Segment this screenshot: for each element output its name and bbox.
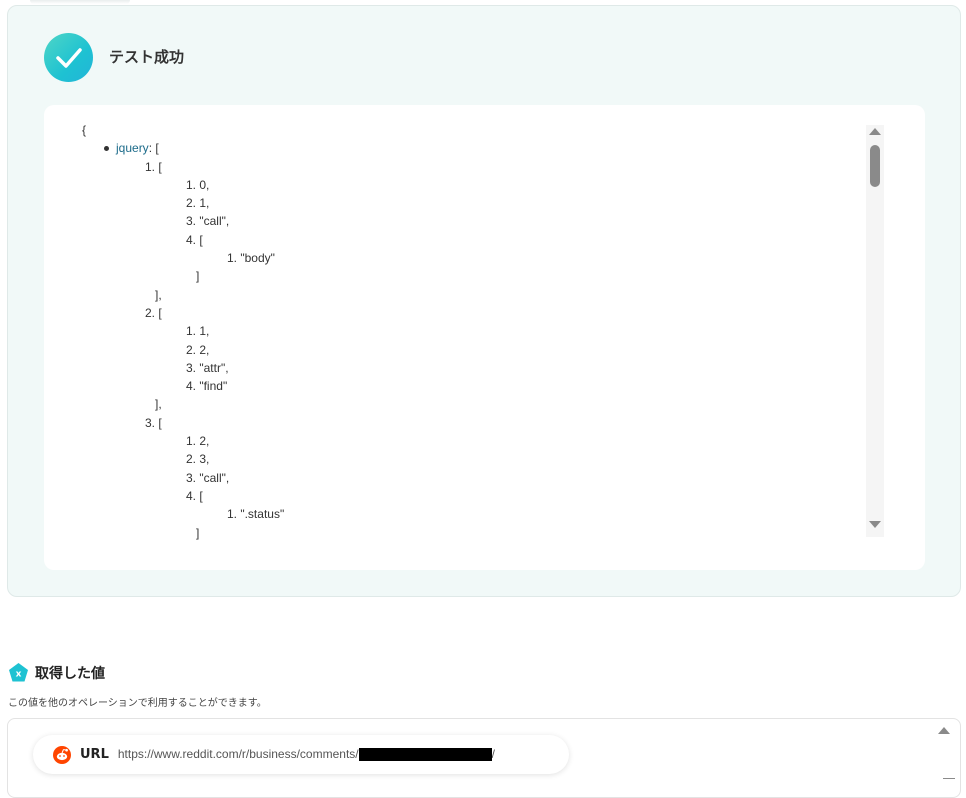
values-scroll-line bbox=[943, 778, 955, 779]
json-line: { bbox=[82, 121, 862, 139]
json-text: 3. "attr", bbox=[186, 360, 229, 375]
json-line: 2. 2, bbox=[82, 341, 862, 359]
reddit-logo-icon bbox=[53, 745, 71, 764]
json-line: ], bbox=[82, 286, 862, 304]
json-line: ] bbox=[82, 267, 862, 285]
json-text: 1. 2, bbox=[186, 434, 210, 449]
json-text: 1. "body" bbox=[227, 251, 275, 266]
json-text: 1. ".status" bbox=[227, 507, 285, 522]
retrieved-values-title: 取得した値 bbox=[35, 665, 105, 682]
json-text: 1. [ bbox=[145, 159, 162, 174]
json-line: 1. ".status" bbox=[82, 505, 862, 523]
json-text: 1. 0, bbox=[186, 177, 210, 192]
retrieved-values-header: x 取得した値 bbox=[8, 662, 105, 683]
json-output-content: { jquery: [ 1. [ 1. 0, 2. 1, 3. "call", 4. [ 1.… bbox=[82, 121, 862, 542]
url-label: URL bbox=[80, 747, 109, 762]
json-text: 2. [ bbox=[145, 305, 162, 320]
json-text: { bbox=[82, 123, 87, 137]
json-text: : [ bbox=[148, 141, 159, 156]
json-text: 4. [ bbox=[186, 488, 203, 503]
json-line: 3. "attr", bbox=[82, 359, 862, 377]
url-value-chip[interactable]: URL https://www.reddit.com/r/business/co… bbox=[33, 735, 569, 774]
json-line: 2. 1, bbox=[82, 194, 862, 212]
json-text: 2. 2, bbox=[186, 342, 210, 357]
json-line: 1. [ bbox=[82, 158, 862, 176]
json-text: 4. "find" bbox=[186, 379, 228, 394]
json-text: 3. [ bbox=[145, 415, 162, 430]
json-text: 2. 1, bbox=[186, 196, 210, 211]
json-text: 2. 3, bbox=[186, 452, 210, 467]
json-line: 3. [ bbox=[82, 414, 862, 432]
success-check-icon bbox=[44, 33, 93, 82]
json-text: ] bbox=[186, 269, 200, 284]
json-line: 4. [ bbox=[82, 231, 862, 249]
url-value: https://www.reddit.com/r/business/commen… bbox=[117, 747, 495, 762]
success-title: テスト成功 bbox=[109, 48, 185, 66]
json-output-box[interactable]: { jquery: [ 1. [ 1. 0, 2. 1, 3. "call", 4. [ 1.… bbox=[44, 105, 925, 570]
scroll-up-arrow-icon[interactable] bbox=[869, 128, 881, 135]
json-line: 3. "call", bbox=[82, 469, 862, 487]
json-scrollbar-thumb[interactable] bbox=[870, 145, 880, 187]
json-line: 2. 3, bbox=[82, 450, 862, 468]
variable-pentagon-icon: x bbox=[9, 663, 28, 682]
json-line: 1. 2, bbox=[82, 432, 862, 450]
scroll-down-arrow-icon[interactable] bbox=[869, 521, 881, 528]
json-text: ], bbox=[145, 397, 162, 412]
redacted-block bbox=[358, 747, 492, 761]
svg-text:x: x bbox=[16, 670, 22, 680]
json-text: 3. "call", bbox=[186, 470, 230, 485]
json-line: 3. "call", bbox=[82, 212, 862, 230]
bullet-icon bbox=[104, 145, 109, 151]
json-line: jquery: [ bbox=[82, 139, 862, 157]
json-line: ] bbox=[82, 524, 862, 542]
json-text: ] bbox=[186, 525, 200, 540]
json-text: 3. "call", bbox=[186, 214, 230, 229]
json-text: 1. 1, bbox=[186, 324, 210, 339]
test-success-panel: テスト成功 { jquery: [ 1. [ 1. 0, 2. 1, 3. "call",… bbox=[7, 5, 961, 597]
json-text: 4. [ bbox=[186, 232, 203, 247]
json-line: 2. [ bbox=[82, 304, 862, 322]
json-line: 4. [ bbox=[82, 487, 862, 505]
top-card-edge bbox=[30, 0, 130, 4]
json-line: 1. 0, bbox=[82, 176, 862, 194]
values-scroll-up-arrow-icon[interactable] bbox=[938, 727, 950, 734]
json-line: 1. "body" bbox=[82, 249, 862, 267]
json-line: 4. "find" bbox=[82, 377, 862, 395]
json-text: ], bbox=[145, 287, 162, 302]
json-line: 1. 1, bbox=[82, 322, 862, 340]
json-line: ], bbox=[82, 395, 862, 413]
json-key: jquery bbox=[116, 141, 149, 156]
retrieved-values-description: この値を他のオペレーションで利用することができます。 bbox=[8, 698, 267, 709]
